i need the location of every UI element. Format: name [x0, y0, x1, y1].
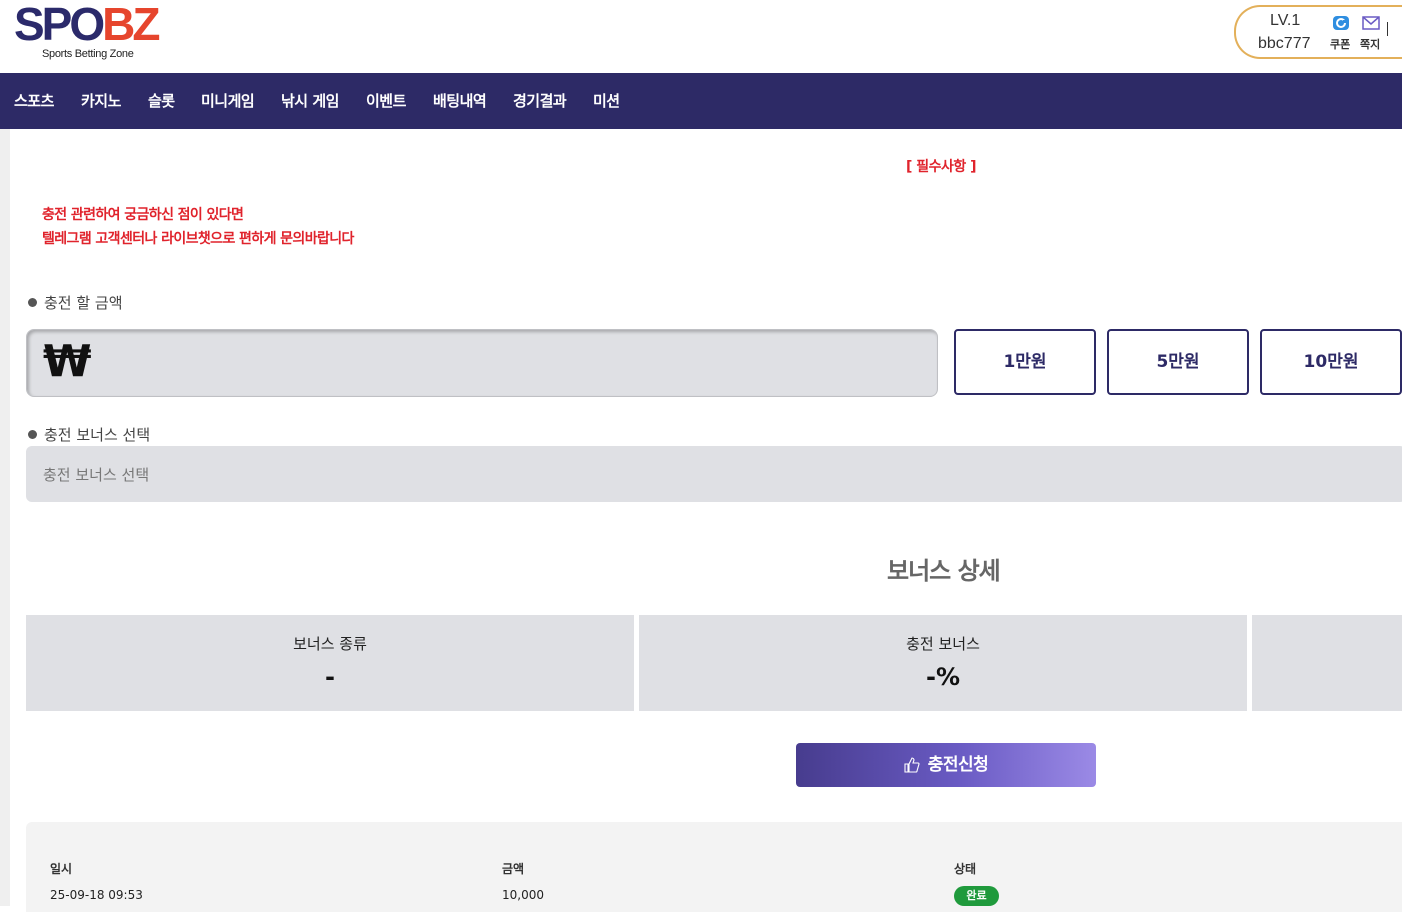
history-header-datetime: 일시: [50, 862, 73, 876]
nav-item-casino[interactable]: 카지노: [81, 73, 121, 129]
user-level: LV.1: [1270, 12, 1301, 29]
header-divider: [1387, 22, 1388, 36]
quick-amount-50k-button[interactable]: 5만원: [1107, 329, 1249, 395]
message-label[interactable]: 쪽지: [1360, 36, 1380, 52]
won-currency-icon: ₩: [43, 336, 92, 387]
charge-bonus-value: -%: [925, 663, 960, 691]
main-nav: 스포츠 카지노 슬롯 미니게임 낚시 게임 이벤트 배팅내역 경기결과 미션: [0, 73, 1402, 129]
thumbs-up-icon: [904, 757, 920, 773]
charge-submit-button[interactable]: 충전신청: [796, 743, 1096, 787]
notice-line-2: 텔레그램 고객센터나 라이브챗으로 편하게 문의바랍니다: [42, 231, 354, 247]
coupon-icon[interactable]: [1332, 15, 1350, 31]
history-row-amount: 10,000: [502, 888, 544, 902]
site-logo[interactable]: SPOBZ Sports Betting Zone: [14, 0, 174, 62]
username: bbc777: [1258, 35, 1311, 52]
bonus-section-label: 충전 보너스 선택: [28, 424, 150, 445]
bullet-icon: [28, 430, 37, 439]
history-header-status: 상태: [954, 862, 977, 876]
content-side-border: [0, 129, 10, 906]
bonus-type-label: 보너스 종류: [293, 635, 367, 653]
amount-section-label: 충전 할 금액: [28, 292, 123, 313]
quick-amount-100k-button[interactable]: 10만원: [1260, 329, 1402, 395]
nav-item-results[interactable]: 경기결과: [513, 73, 567, 129]
bonus-select-placeholder: 충전 보너스 선택: [43, 466, 150, 484]
bullet-icon: [28, 298, 37, 307]
nav-item-sports[interactable]: 스포츠: [14, 73, 54, 129]
logo-wordmark: SPOBZ: [14, 0, 161, 50]
logo-subtitle: Sports Betting Zone: [42, 48, 134, 60]
history-header-amount: 금액: [502, 862, 525, 876]
bonus-type-value: -: [325, 663, 335, 691]
status-badge: 완료: [954, 886, 999, 906]
bonus-detail-title: 보너스 상세: [887, 557, 1001, 585]
bonus-extra-cell: [1252, 615, 1402, 711]
charge-history-table: 일시 금액 상태 25-09-18 09:53 10,000 완료: [26, 822, 1402, 912]
coupon-label[interactable]: 쿠폰: [1330, 36, 1350, 52]
user-panel: LV.1 bbc777 쿠폰 쪽지: [1234, 5, 1402, 59]
nav-item-fishing[interactable]: 낚시 게임: [281, 73, 339, 129]
charge-amount-input[interactable]: ₩: [26, 329, 938, 397]
nav-item-slot[interactable]: 슬롯: [148, 73, 175, 129]
charge-bonus-label: 충전 보너스: [906, 635, 980, 653]
history-row-datetime: 25-09-18 09:53: [50, 888, 143, 902]
header: SPOBZ Sports Betting Zone LV.1 bbc777 쿠폰…: [0, 0, 1402, 73]
nav-item-minigame[interactable]: 미니게임: [201, 73, 255, 129]
message-icon[interactable]: [1362, 15, 1380, 31]
notice-line-1: 충전 관련하여 궁금하신 점이 있다면: [42, 207, 244, 223]
charge-bonus-cell: 충전 보너스 -%: [639, 615, 1247, 711]
required-notice-title: [ 필수사항 ]: [906, 159, 977, 175]
nav-item-bet-history[interactable]: 배팅내역: [433, 73, 487, 129]
quick-amount-10k-button[interactable]: 1만원: [954, 329, 1096, 395]
nav-item-event[interactable]: 이벤트: [366, 73, 406, 129]
bonus-select-dropdown[interactable]: 충전 보너스 선택: [26, 446, 1402, 502]
nav-item-mission[interactable]: 미션: [593, 73, 620, 129]
bonus-type-cell: 보너스 종류 -: [26, 615, 634, 711]
